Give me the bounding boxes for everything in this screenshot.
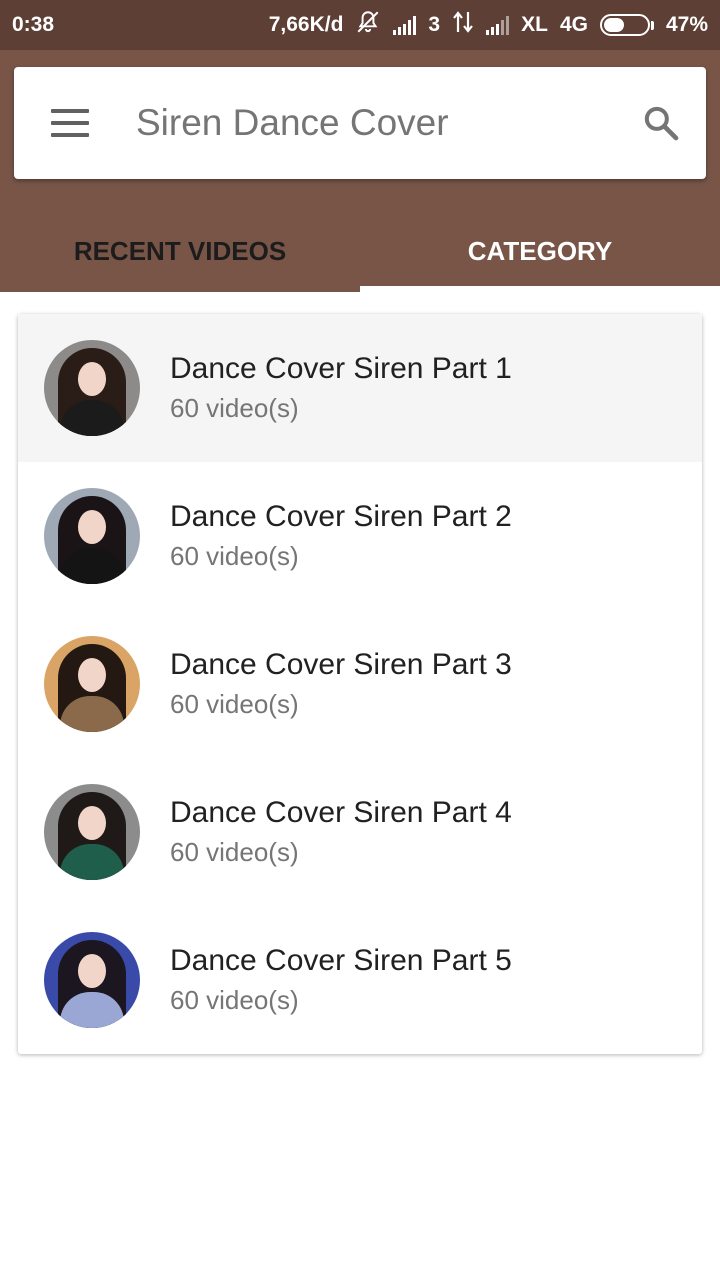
avatar (44, 488, 140, 584)
network-type: 4G (559, 13, 588, 36)
tab-recent-videos[interactable]: RECENT VIDEOS (0, 210, 360, 292)
list-item[interactable]: Dance Cover Siren Part 2 60 video(s) (18, 462, 702, 610)
item-title: Dance Cover Siren Part 1 (170, 352, 512, 385)
sim-number: 3 (428, 13, 441, 36)
battery-percent: 47% (665, 13, 708, 36)
list-item[interactable]: Dance Cover Siren Part 3 60 video(s) (18, 610, 702, 758)
data-transfer-icon (452, 10, 474, 40)
item-title: Dance Cover Siren Part 2 (170, 500, 512, 533)
status-time: 0:38 (12, 13, 55, 36)
item-title: Dance Cover Siren Part 3 (170, 648, 512, 681)
signal-icon-2 (486, 15, 510, 35)
list-item[interactable]: Dance Cover Siren Part 5 60 video(s) (18, 906, 702, 1054)
item-video-count: 60 video(s) (170, 541, 299, 571)
item-title: Dance Cover Siren Part 5 (170, 944, 512, 977)
menu-icon[interactable] (14, 67, 126, 179)
app-header: Siren Dance Cover RECENT VIDEOS CATEGORY (0, 50, 720, 292)
avatar (44, 784, 140, 880)
carrier-name: XL (521, 13, 548, 36)
avatar (44, 932, 140, 1028)
avatar (44, 340, 140, 436)
avatar (44, 636, 140, 732)
list-item[interactable]: Dance Cover Siren Part 1 60 video(s) (18, 314, 702, 462)
network-speed: 7,66K/d (268, 13, 344, 36)
list-item[interactable]: Dance Cover Siren Part 4 60 video(s) (18, 758, 702, 906)
search-icon[interactable] (616, 67, 706, 179)
status-bar: 0:38 7,66K/d 3 XL 4G 47% (0, 0, 720, 50)
item-video-count: 60 video(s) (170, 689, 299, 719)
signal-icon (393, 15, 417, 35)
item-video-count: 60 video(s) (170, 393, 299, 423)
tab-bar: RECENT VIDEOS CATEGORY (0, 210, 720, 292)
notifications-off-icon (355, 9, 381, 41)
battery-icon (599, 14, 654, 36)
search-bar[interactable]: Siren Dance Cover (14, 67, 706, 179)
item-video-count: 60 video(s) (170, 837, 299, 867)
app-title: Siren Dance Cover (136, 102, 449, 143)
tab-category[interactable]: CATEGORY (360, 210, 720, 292)
category-list: Dance Cover Siren Part 1 60 video(s) Dan… (18, 314, 702, 1054)
item-title: Dance Cover Siren Part 4 (170, 796, 512, 829)
status-indicators: 7,66K/d 3 XL 4G 47% (269, 9, 708, 41)
item-video-count: 60 video(s) (170, 985, 299, 1015)
